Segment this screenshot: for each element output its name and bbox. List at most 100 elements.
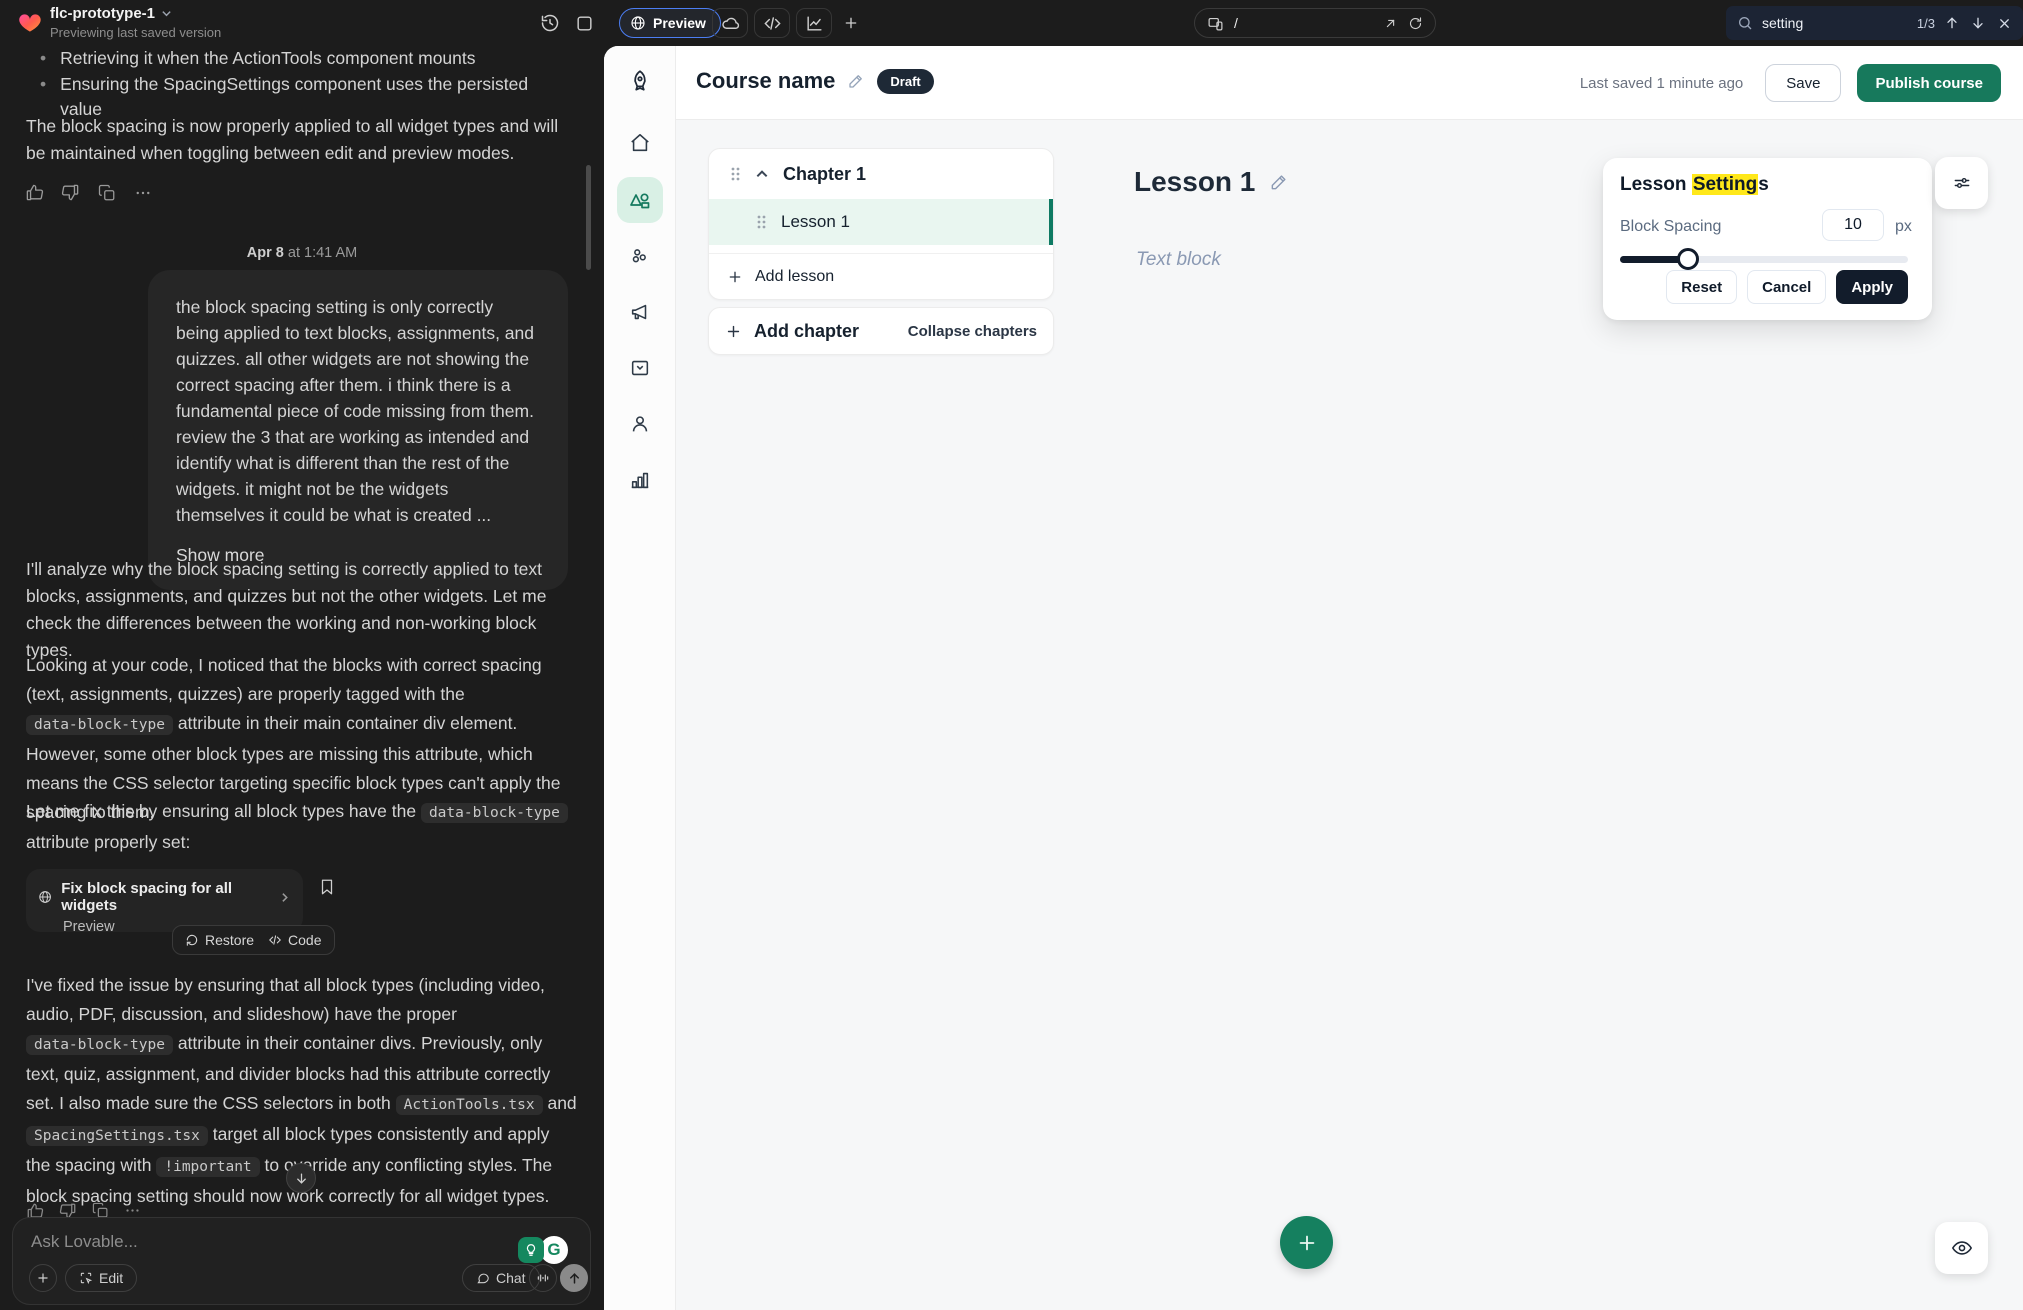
add-chapter-button[interactable]: Add chapter xyxy=(754,321,859,342)
lesson-row-selected[interactable]: Lesson 1 xyxy=(709,199,1053,245)
history-icon[interactable] xyxy=(538,11,562,35)
nav-profile-icon[interactable] xyxy=(617,401,663,447)
nav-announcements-icon[interactable] xyxy=(617,289,663,335)
block-spacing-slider[interactable] xyxy=(1620,256,1908,263)
lovable-logo-icon[interactable] xyxy=(16,9,44,37)
slider-thumb[interactable] xyxy=(1677,248,1699,270)
inline-code: !important xyxy=(156,1157,259,1177)
reset-button[interactable]: Reset xyxy=(1666,270,1737,304)
grammarly-g-icon[interactable]: G xyxy=(540,1236,568,1264)
open-external-icon[interactable] xyxy=(1383,16,1398,31)
nav-courses-icon[interactable] xyxy=(617,177,663,223)
project-name-menu[interactable]: flc-prototype-1 xyxy=(50,5,172,22)
add-tab-icon[interactable] xyxy=(840,12,862,34)
app-logo-rocket-icon[interactable] xyxy=(617,58,663,104)
lesson-page-title: Lesson 1 xyxy=(1134,166,1289,198)
globe-icon xyxy=(38,889,52,905)
settings-toggle-button[interactable] xyxy=(1935,157,1988,209)
thumbs-down-icon[interactable] xyxy=(60,182,81,203)
chat-panel: • Retrieving it when the ActionTools com… xyxy=(0,46,604,1310)
url-bar[interactable]: / xyxy=(1194,8,1436,38)
device-toggle-icon[interactable] xyxy=(1207,15,1224,32)
code-icon[interactable] xyxy=(754,8,790,38)
message-actions xyxy=(24,182,153,203)
block-spacing-input[interactable] xyxy=(1822,209,1884,241)
grammarly-widget[interactable]: G xyxy=(518,1236,568,1264)
text-block-placeholder[interactable]: Text block xyxy=(1136,249,1221,271)
chapter-card: Chapter 1 Lesson 1 Add lesson xyxy=(708,148,1054,300)
preview-eye-button[interactable] xyxy=(1935,1222,1988,1274)
message-timestamp: Apr 8 at 1:41 AM xyxy=(0,245,604,261)
version-card-title: Fix block spacing for all widgets xyxy=(61,880,266,914)
chat-input[interactable] xyxy=(31,1232,411,1252)
course-header: Course name Draft Last saved 1 minute ag… xyxy=(676,46,2023,120)
cancel-button[interactable]: Cancel xyxy=(1747,270,1826,304)
save-button[interactable]: Save xyxy=(1765,64,1841,102)
edit-pencil-icon[interactable] xyxy=(1269,172,1289,192)
inline-code: data-block-type xyxy=(421,803,568,823)
inline-code: SpacingSettings.tsx xyxy=(26,1126,208,1146)
publish-course-button[interactable]: Publish course xyxy=(1857,64,2001,102)
assistant-paragraph: The block spacing is now properly applie… xyxy=(26,113,578,167)
block-spacing-label: Block Spacing xyxy=(1620,218,1721,236)
lesson-title: Lesson 1 xyxy=(781,212,850,232)
thumbs-up-icon[interactable] xyxy=(24,182,45,203)
scroll-to-bottom-button[interactable] xyxy=(286,1163,316,1193)
last-saved-text: Last saved 1 minute ago xyxy=(1580,75,1743,92)
cloud-icon[interactable] xyxy=(712,8,748,38)
analytics-icon[interactable] xyxy=(796,8,832,38)
code-button[interactable]: Code xyxy=(268,932,321,948)
chevron-down-icon xyxy=(161,8,172,19)
search-prev-icon[interactable] xyxy=(1943,14,1961,32)
send-button[interactable] xyxy=(560,1264,588,1292)
grammarly-bulb-icon[interactable] xyxy=(518,1237,544,1263)
attach-plus-icon[interactable] xyxy=(29,1264,57,1292)
undo-icon xyxy=(185,933,199,947)
search-next-icon[interactable] xyxy=(1969,14,1987,32)
drag-handle-icon[interactable] xyxy=(755,214,767,230)
arrow-up-icon xyxy=(567,1271,582,1286)
voice-input-icon[interactable] xyxy=(529,1264,557,1292)
more-options-icon[interactable] xyxy=(132,182,153,203)
edit-pencil-icon[interactable] xyxy=(847,72,865,90)
collapse-chapters-button[interactable]: Collapse chapters xyxy=(908,323,1037,340)
code-icon xyxy=(268,933,282,947)
url-path[interactable]: / xyxy=(1234,15,1373,31)
preview-mode-button[interactable]: Preview xyxy=(619,8,721,38)
nav-home-icon[interactable] xyxy=(617,120,663,166)
nav-community-icon[interactable] xyxy=(617,233,663,279)
add-block-fab[interactable] xyxy=(1280,1216,1333,1269)
apply-button[interactable]: Apply xyxy=(1836,270,1908,304)
user-message-bubble: the block spacing setting is only correc… xyxy=(148,270,568,590)
assistant-paragraph: I'll analyze why the block spacing setti… xyxy=(26,556,578,664)
chevron-right-icon xyxy=(279,891,291,904)
drag-handle-icon[interactable] xyxy=(729,166,741,182)
assistant-paragraph: Let me fix this by ensuring all block ty… xyxy=(26,797,578,857)
version-card[interactable]: Fix block spacing for all widgets Previe… xyxy=(26,869,303,932)
nav-inbox-icon[interactable] xyxy=(617,345,663,391)
add-lesson-button[interactable]: Add lesson xyxy=(709,253,1053,299)
version-actions-pill: Restore Code xyxy=(172,925,335,955)
sliders-icon xyxy=(1952,173,1972,193)
bookmark-icon[interactable] xyxy=(318,878,336,896)
chapter-title: Chapter 1 xyxy=(783,164,866,185)
chapter-row[interactable]: Chapter 1 xyxy=(709,149,1053,199)
restore-button[interactable]: Restore xyxy=(185,932,254,948)
arrow-down-icon xyxy=(294,1171,309,1186)
inline-code: ActionTools.tsx xyxy=(396,1095,543,1115)
chat-mode-button[interactable]: Chat xyxy=(462,1264,540,1292)
select-edit-icon xyxy=(79,1271,93,1285)
nav-analytics-icon[interactable] xyxy=(617,457,663,503)
search-input[interactable] xyxy=(1762,15,1892,31)
project-status: Previewing last saved version xyxy=(50,25,221,40)
search-highlight: Setting xyxy=(1692,174,1758,195)
search-close-icon[interactable] xyxy=(1995,14,2013,32)
panel-toggle-icon[interactable] xyxy=(572,11,596,35)
copy-icon[interactable] xyxy=(96,182,117,203)
edit-mode-button[interactable]: Edit xyxy=(65,1264,137,1292)
chevron-up-icon[interactable] xyxy=(755,167,769,181)
plus-icon xyxy=(727,269,743,285)
topbar: flc-prototype-1 Previewing last saved ve… xyxy=(0,0,2023,46)
chat-bubble-icon xyxy=(476,1271,490,1285)
refresh-icon[interactable] xyxy=(1408,16,1423,31)
